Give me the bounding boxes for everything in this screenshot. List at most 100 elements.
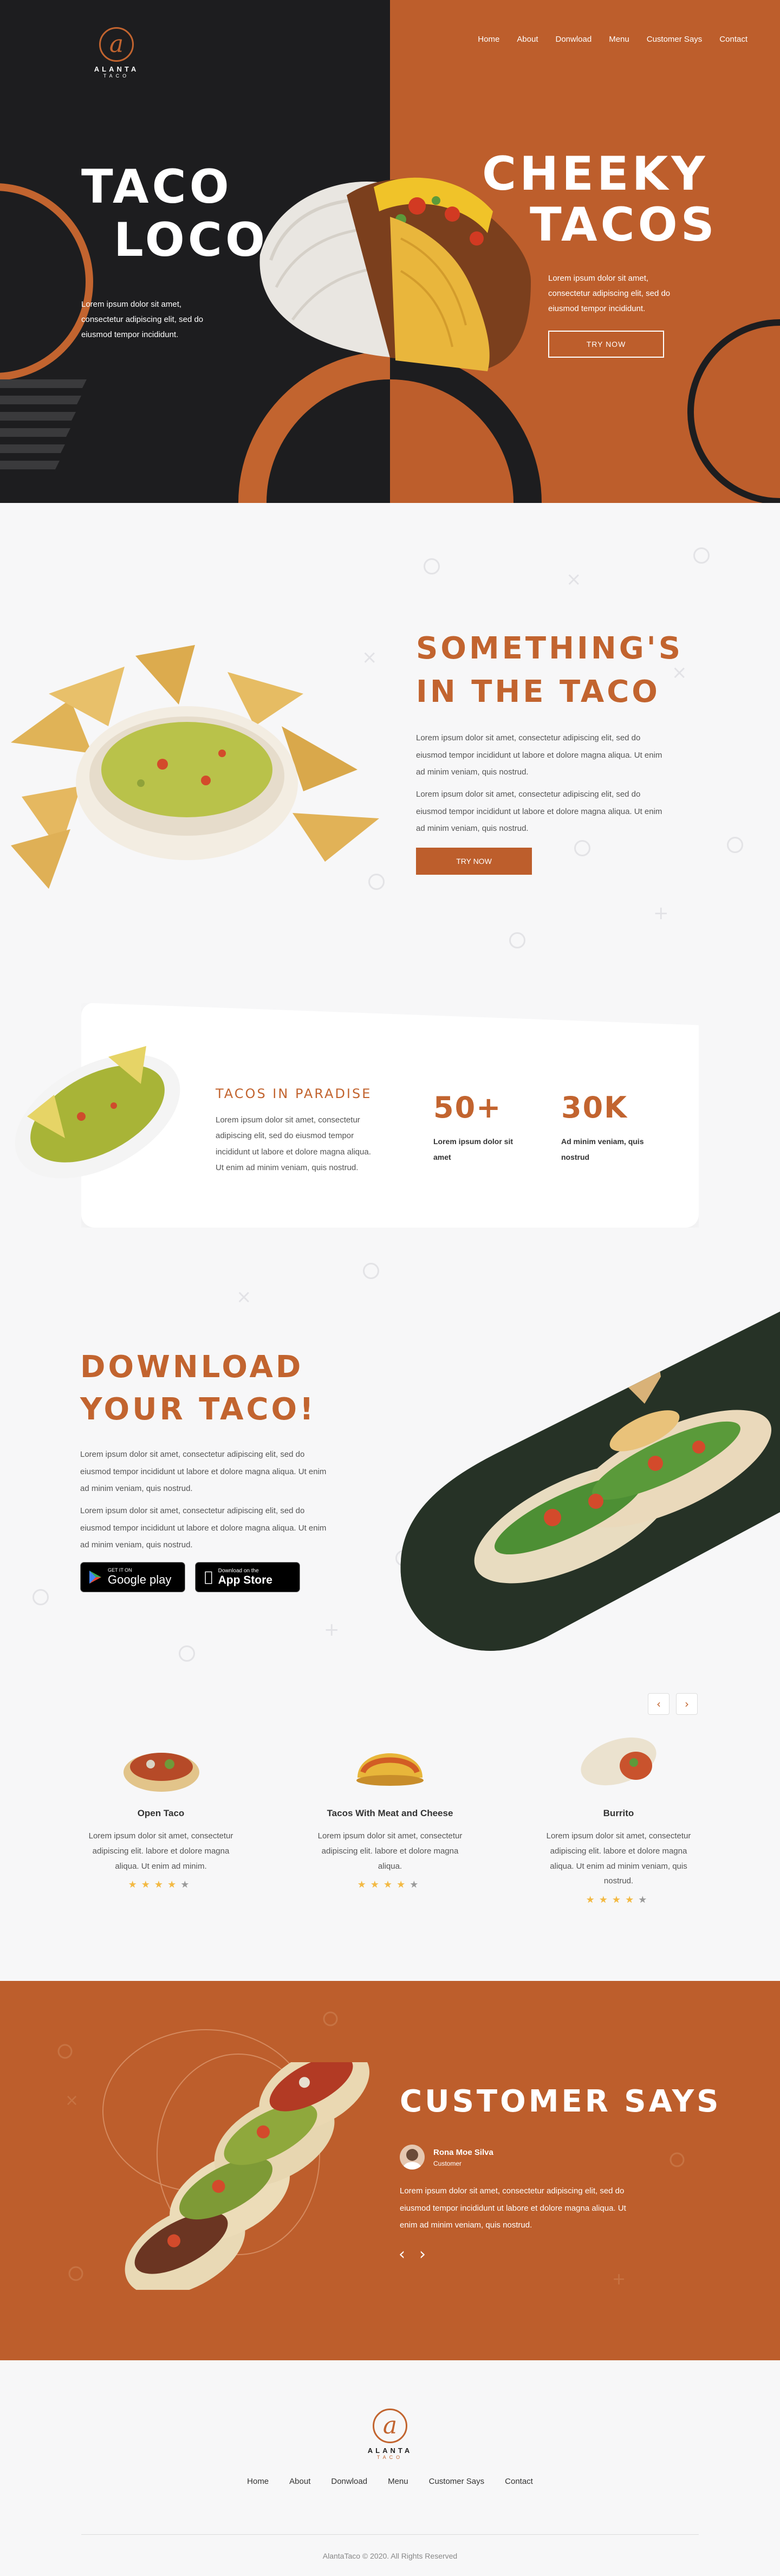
top-nav: Home About Donwload Menu Customer Says C…	[478, 35, 748, 44]
menu-item-open-taco[interactable]: Open Taco Lorem ipsum dolor sit amet, co…	[74, 1808, 248, 1890]
stripes-decoration	[0, 379, 87, 469]
footer-logo-name: ALANTA	[367, 2446, 413, 2455]
about-paragraph-1: Lorem ipsum dolor sit amet, consectetur …	[416, 733, 662, 777]
carousel-next-button[interactable]: ›	[676, 1693, 698, 1715]
nav-download[interactable]: Donwload	[556, 35, 592, 44]
chevron-left-icon: ‹	[656, 1697, 661, 1710]
download-paragraph-2: Lorem ipsum dolor sit amet, consectetur …	[80, 1506, 327, 1550]
google-play-label: Google play	[108, 1573, 172, 1586]
download-title-1: DOWNLOAD	[80, 1350, 304, 1385]
download-paragraph-1: Lorem ipsum dolor sit amet, consectetur …	[80, 1450, 327, 1493]
stat-2-value: 30K	[561, 1090, 628, 1125]
stat-2-label: Ad minim veniam, quis nostrud	[561, 1137, 644, 1162]
logo-name: ALANTA	[94, 65, 139, 73]
stat-1-label: Lorem ipsum dolor sit amet	[433, 1137, 514, 1162]
footer-nav-menu[interactable]: Menu	[388, 2477, 408, 2486]
deco-ring	[727, 837, 743, 853]
footer-nav-about[interactable]: About	[289, 2477, 310, 2486]
nav-home[interactable]: Home	[478, 35, 499, 44]
nav-customer-says[interactable]: Customer Says	[647, 35, 703, 44]
hero-left-text: Lorem ipsum dolor sit amet, consectetur …	[81, 300, 204, 339]
app-store-small-text: Download on the	[210, 1567, 259, 1574]
copyright: AlantaTaco © 2020. All Rights Reserved	[322, 2552, 458, 2560]
google-play-button[interactable]: GET IT ON Google play	[80, 1562, 185, 1592]
hero-right-title-1: CHEEKY	[482, 147, 708, 201]
burrito-image	[581, 1737, 656, 1786]
stats-text: Lorem ipsum dolor sit amet, consectetur …	[216, 1115, 371, 1172]
chevron-right-icon: ›	[685, 1697, 689, 1710]
google-play-icon	[89, 1571, 101, 1584]
hero-left-title-1: TACO	[81, 160, 232, 214]
svg-text:×: ×	[65, 2091, 79, 2110]
footer-nav-contact[interactable]: Contact	[505, 2477, 533, 2486]
chips-guacamole-image	[11, 645, 379, 889]
footer-nav: Home About Donwload Menu Customer Says C…	[0, 2477, 780, 2486]
about-try-now-button[interactable]: TRY NOW	[416, 848, 532, 875]
testimonial-prev-button[interactable]: ‹	[399, 2246, 405, 2263]
footer-divider	[81, 2534, 699, 2535]
carousel-prev-button[interactable]: ‹	[648, 1693, 670, 1715]
rating-stars: ★★★★★	[586, 1894, 652, 1906]
chevron-left-icon: ‹	[399, 2245, 405, 2264]
menu-item-description: Lorem ipsum dolor sit amet, consectetur …	[546, 1831, 691, 1886]
nav-menu[interactable]: Menu	[609, 35, 629, 44]
nav-about[interactable]: About	[517, 35, 538, 44]
testimonial-section: × + CUSTOMER SAYS Rona Moe Silva Custome…	[0, 1981, 780, 2360]
deco-ring	[574, 840, 590, 856]
orange-ring-left	[0, 183, 93, 380]
apple-icon: 	[204, 1570, 213, 1584]
dark-half-ring	[390, 351, 542, 503]
deco-ring	[424, 558, 440, 574]
deco-ring	[509, 932, 525, 948]
deco-ring	[179, 1645, 195, 1662]
footer-nav-download[interactable]: Donwload	[331, 2477, 367, 2486]
footer-logo[interactable]: a ALANTA TACO	[360, 2409, 420, 2460]
guacamole-bowl-image	[15, 1046, 180, 1179]
meat-cheese-taco-image	[356, 1753, 424, 1786]
menu-item-name: Open Taco	[137, 1808, 185, 1818]
footer-logo-sub: TACO	[376, 2455, 404, 2460]
svg-text:+: +	[612, 2270, 626, 2289]
testimonial-next-button[interactable]: ›	[419, 2246, 426, 2263]
testimonial-title: CUSTOMER SAYS	[400, 2084, 722, 2119]
tacos-row-image	[125, 2062, 370, 2290]
deco-cross: ×	[236, 1286, 252, 1308]
menu-item-description: Lorem ipsum dolor sit amet, consectetur …	[317, 1831, 463, 1871]
about-paragraph-2: Lorem ipsum dolor sit amet, consectetur …	[416, 790, 662, 833]
app-store-label: App Store	[210, 1573, 272, 1586]
reviewer-name: Rona Moe Silva	[433, 2148, 493, 2157]
footer-nav-home[interactable]: Home	[247, 2477, 269, 2486]
logo[interactable]: a ALANTA TACO	[87, 27, 146, 79]
download-title-2: YOUR TACO!	[80, 1392, 316, 1427]
deco-cross: +	[653, 902, 669, 924]
rating-stars: ★★★★★	[357, 1879, 423, 1891]
deco-cross: +	[324, 1619, 340, 1641]
deco-ring	[693, 547, 710, 564]
menu-item-name: Tacos With Meat and Cheese	[327, 1808, 453, 1818]
menu-item-burrito[interactable]: Burrito Lorem ipsum dolor sit amet, cons…	[532, 1808, 705, 1906]
deco-cross: ×	[566, 569, 582, 590]
logo-sub: TACO	[103, 73, 130, 79]
tacos-plate-image	[400, 1312, 780, 1651]
menu-item-name: Burrito	[603, 1808, 634, 1818]
hero-right-text: Lorem ipsum dolor sit amet, consectetur …	[548, 274, 671, 313]
reviewer-role: Customer	[433, 2160, 462, 2167]
dark-ring-right	[687, 319, 780, 503]
avatar	[400, 2145, 425, 2170]
menu-item-meat-cheese-taco[interactable]: Tacos With Meat and Cheese Lorem ipsum d…	[303, 1808, 477, 1890]
stat-1-value: 50+	[433, 1090, 502, 1125]
app-store-button[interactable]:  Download on the App Store	[195, 1562, 300, 1592]
open-taco-image	[123, 1753, 199, 1792]
google-play-small-text: GET IT ON	[108, 1567, 132, 1573]
deco-ring	[32, 1589, 49, 1605]
deco-ring	[363, 1263, 379, 1279]
stats-title: TACOS IN PARADISE	[216, 1086, 372, 1101]
hero-try-now-button[interactable]: TRY NOW	[548, 331, 664, 358]
testimonial-text: Lorem ipsum dolor sit amet, consectetur …	[400, 2186, 626, 2230]
about-title-1: SOMETHING'S	[416, 631, 684, 666]
footer-nav-customer-says[interactable]: Customer Says	[429, 2477, 485, 2486]
rating-stars: ★★★★★	[128, 1879, 194, 1891]
about-title-2: IN THE TACO	[416, 674, 660, 709]
nav-contact[interactable]: Contact	[719, 35, 748, 44]
landing-page: a ALANTA TACO Home About Donwload Menu C…	[0, 0, 780, 2576]
